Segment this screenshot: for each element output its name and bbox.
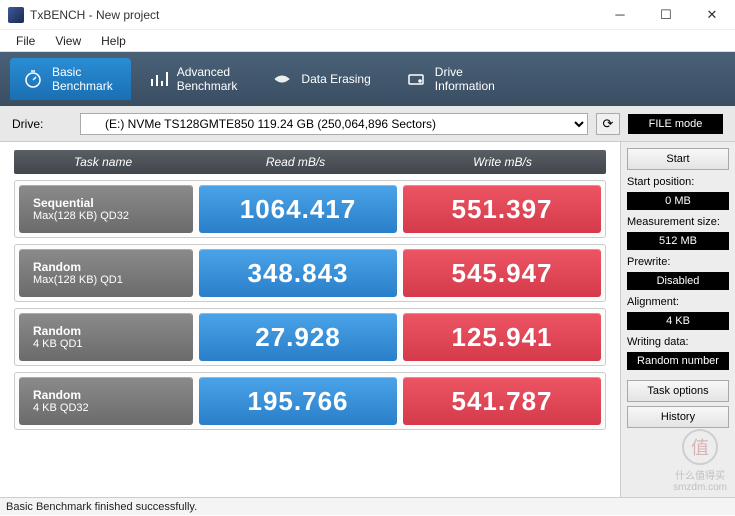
menu-view[interactable]: View [45, 32, 91, 50]
read-value: 348.843 [199, 249, 397, 297]
col-task: Task name [14, 150, 192, 174]
value-prewrite[interactable]: Disabled [627, 272, 729, 290]
drive-select[interactable]: (E:) NVMe TS128GMTE850 119.24 GB (250,06… [80, 113, 588, 135]
menubar: File View Help [0, 30, 735, 52]
close-button[interactable]: ✕ [689, 0, 735, 30]
tab-data-erasing[interactable]: Data Erasing [259, 58, 388, 100]
read-value: 1064.417 [199, 185, 397, 233]
history-button[interactable]: History [627, 406, 729, 428]
watermark: 什么值得买 smzdm.com [673, 429, 727, 493]
erase-icon [271, 68, 293, 90]
tab-advanced-benchmark[interactable]: AdvancedBenchmark [135, 58, 256, 100]
stopwatch-icon [22, 68, 44, 90]
file-mode-indicator[interactable]: FILE mode [628, 114, 723, 134]
drive-label: Drive: [12, 117, 72, 131]
value-measurement-size[interactable]: 512 MB [627, 232, 729, 250]
write-value: 545.947 [403, 249, 601, 297]
col-write: Write mB/s [399, 150, 606, 174]
read-value: 195.766 [199, 377, 397, 425]
table-row: Random4 KB QD1 27.928 125.941 [14, 308, 606, 366]
label-prewrite: Prewrite: [627, 256, 729, 268]
drive-bar: Drive: (E:) NVMe TS128GMTE850 119.24 GB … [0, 106, 735, 142]
table-row: SequentialMax(128 KB) QD32 1064.417 551.… [14, 180, 606, 238]
start-button[interactable]: Start [627, 148, 729, 170]
write-value: 551.397 [403, 185, 601, 233]
table-row: Random4 KB QD32 195.766 541.787 [14, 372, 606, 430]
read-value: 27.928 [199, 313, 397, 361]
minimize-button[interactable]: ─ [597, 0, 643, 30]
task-random-128-qd1[interactable]: RandomMax(128 KB) QD1 [19, 249, 193, 297]
drive-icon [405, 68, 427, 90]
label-measurement-size: Measurement size: [627, 216, 729, 228]
table-row: RandomMax(128 KB) QD1 348.843 545.947 [14, 244, 606, 302]
titlebar: TxBENCH - New project ─ ☐ ✕ [0, 0, 735, 30]
task-sequential-qd32[interactable]: SequentialMax(128 KB) QD32 [19, 185, 193, 233]
task-random-4k-qd32[interactable]: Random4 KB QD32 [19, 377, 193, 425]
benchmark-results: Task name Read mB/s Write mB/s Sequentia… [0, 142, 620, 497]
write-value: 125.941 [403, 313, 601, 361]
task-options-button[interactable]: Task options [627, 380, 729, 402]
col-read: Read mB/s [192, 150, 399, 174]
value-alignment[interactable]: 4 KB [627, 312, 729, 330]
tab-drive-info[interactable]: DriveInformation [393, 58, 513, 100]
barchart-icon [147, 68, 169, 90]
value-writing-data[interactable]: Random number [627, 352, 729, 370]
app-icon [8, 7, 24, 23]
menu-help[interactable]: Help [91, 32, 136, 50]
main-tabs: BasicBenchmark AdvancedBenchmark Data Er… [0, 52, 735, 106]
window-title: TxBENCH - New project [30, 8, 597, 22]
task-random-4k-qd1[interactable]: Random4 KB QD1 [19, 313, 193, 361]
tab-basic-benchmark[interactable]: BasicBenchmark [10, 58, 131, 100]
menu-file[interactable]: File [6, 32, 45, 50]
write-value: 541.787 [403, 377, 601, 425]
label-alignment: Alignment: [627, 296, 729, 308]
reload-button[interactable]: ⟳ [596, 113, 620, 135]
status-bar: Basic Benchmark finished successfully. [0, 497, 735, 515]
label-writing-data: Writing data: [627, 336, 729, 348]
label-start-position: Start position: [627, 176, 729, 188]
maximize-button[interactable]: ☐ [643, 0, 689, 30]
results-header: Task name Read mB/s Write mB/s [14, 150, 606, 174]
value-start-position[interactable]: 0 MB [627, 192, 729, 210]
